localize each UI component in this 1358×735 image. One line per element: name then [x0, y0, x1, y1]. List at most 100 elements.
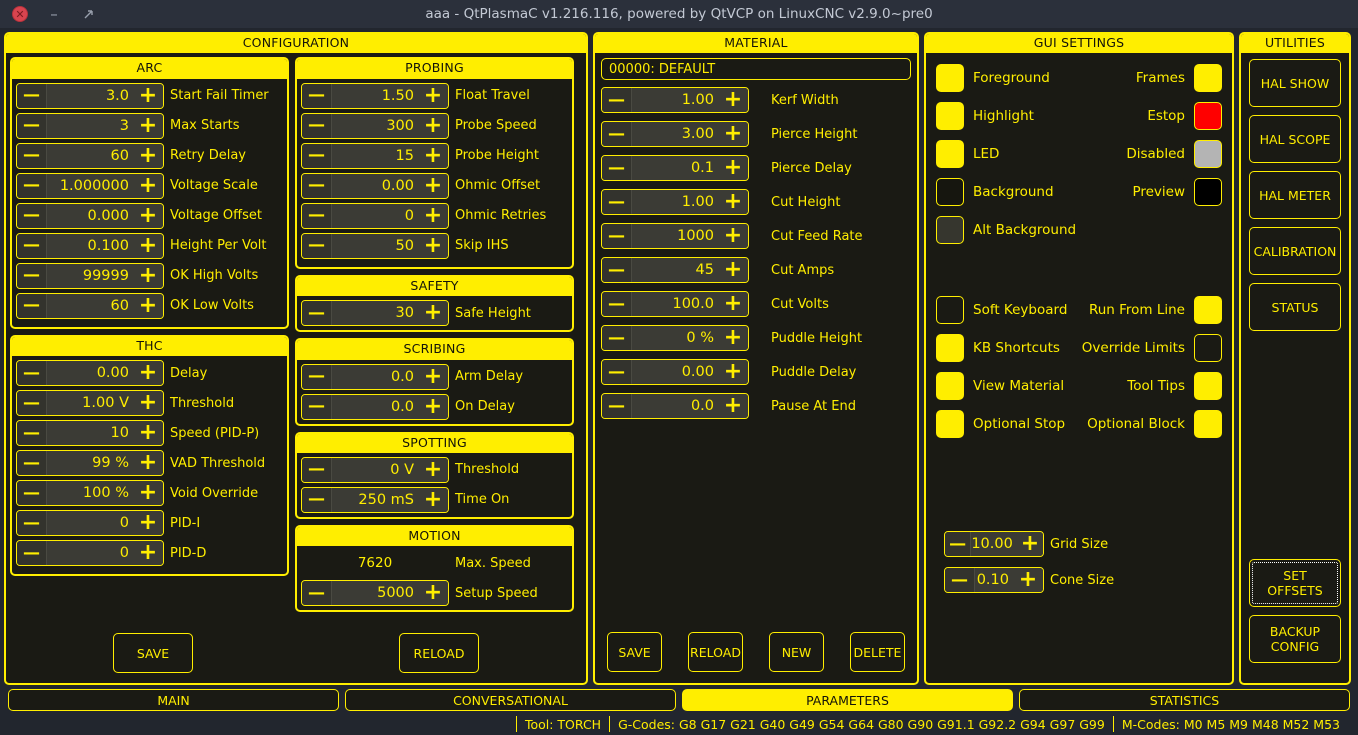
- decrement-icon[interactable]: —: [302, 487, 332, 512]
- status-button[interactable]: STATUS: [1249, 283, 1341, 332]
- tab-statistics[interactable]: STATISTICS: [1019, 689, 1350, 711]
- calibration-button[interactable]: CALIBRATION: [1249, 227, 1341, 276]
- increment-icon[interactable]: +: [1013, 568, 1043, 592]
- decrement-icon[interactable]: —: [602, 190, 632, 215]
- increment-icon[interactable]: +: [133, 421, 163, 446]
- backup-config-button[interactable]: BACKUP CONFIG: [1249, 615, 1341, 663]
- value[interactable]: 15: [332, 143, 418, 168]
- color-swatch-preview[interactable]: [1194, 178, 1222, 207]
- value[interactable]: 0 %: [632, 326, 718, 351]
- value[interactable]: 3.0: [47, 83, 133, 108]
- spinbox-pierce-delay[interactable]: — 0.1 +: [601, 155, 749, 182]
- decrement-icon[interactable]: —: [17, 481, 47, 506]
- spinbox-thc-threshold[interactable]: — 1.00 V +: [16, 390, 164, 417]
- decrement-icon[interactable]: —: [17, 173, 47, 198]
- value[interactable]: 3: [47, 113, 133, 138]
- value[interactable]: 1.50: [332, 83, 418, 108]
- spinbox-ohmic-retries[interactable]: — 0 +: [301, 202, 449, 229]
- increment-icon[interactable]: +: [133, 113, 163, 138]
- spinbox-vad-threshold[interactable]: — 99 % +: [16, 450, 164, 477]
- close-icon[interactable]: ✕: [12, 6, 28, 22]
- increment-icon[interactable]: +: [418, 173, 448, 198]
- spinbox-cut-height[interactable]: — 1.00 +: [601, 189, 749, 216]
- spinbox-grid-size[interactable]: — 10.00 +: [944, 531, 1044, 557]
- increment-icon[interactable]: +: [1016, 532, 1043, 556]
- decrement-icon[interactable]: —: [17, 541, 47, 566]
- maximize-icon[interactable]: [80, 6, 96, 22]
- color-swatch-frames[interactable]: [1194, 64, 1222, 93]
- spinbox-voltage-scale[interactable]: — 1.000000 +: [16, 172, 164, 199]
- decrement-icon[interactable]: —: [302, 143, 332, 168]
- decrement-icon[interactable]: —: [302, 301, 332, 326]
- decrement-icon[interactable]: —: [17, 361, 47, 386]
- spinbox-voltage-offset[interactable]: — 0.000 +: [16, 202, 164, 229]
- value[interactable]: 1.00: [632, 190, 718, 215]
- increment-icon[interactable]: +: [418, 394, 448, 419]
- material-new-button[interactable]: NEW: [769, 632, 824, 672]
- value[interactable]: 0.100: [47, 233, 133, 258]
- decrement-icon[interactable]: —: [17, 113, 47, 138]
- decrement-icon[interactable]: —: [602, 258, 632, 283]
- value[interactable]: 30: [332, 301, 418, 326]
- value[interactable]: 1.00 V: [47, 391, 133, 416]
- increment-icon[interactable]: +: [718, 122, 748, 147]
- value[interactable]: 5000: [332, 581, 418, 606]
- decrement-icon[interactable]: —: [945, 532, 972, 556]
- checkbox-tool-tips[interactable]: [1194, 372, 1222, 401]
- decrement-icon[interactable]: —: [602, 88, 632, 113]
- increment-icon[interactable]: +: [133, 203, 163, 228]
- increment-icon[interactable]: +: [718, 190, 748, 215]
- spinbox-on-delay[interactable]: — 0.0 +: [301, 393, 449, 420]
- spinbox-ok-low-volts[interactable]: — 60 +: [16, 292, 164, 319]
- value[interactable]: 60: [47, 143, 133, 168]
- value[interactable]: 0.000: [47, 203, 133, 228]
- spinbox-ok-high-volts[interactable]: — 99999 +: [16, 262, 164, 289]
- color-swatch-led[interactable]: [936, 140, 964, 169]
- tab-main[interactable]: MAIN: [8, 689, 339, 711]
- value[interactable]: 0 V: [332, 457, 418, 482]
- hal-meter-button[interactable]: HAL METER: [1249, 171, 1341, 220]
- spinbox-cone-size[interactable]: — 0.10 +: [944, 567, 1044, 593]
- value[interactable]: 3.00: [632, 122, 718, 147]
- decrement-icon[interactable]: —: [17, 391, 47, 416]
- increment-icon[interactable]: +: [133, 361, 163, 386]
- increment-icon[interactable]: +: [418, 83, 448, 108]
- hal-scope-button[interactable]: HAL SCOPE: [1249, 115, 1341, 164]
- increment-icon[interactable]: +: [133, 541, 163, 566]
- color-swatch-highlight[interactable]: [936, 102, 964, 131]
- decrement-icon[interactable]: —: [945, 568, 975, 592]
- checkbox-view-material[interactable]: [936, 372, 964, 401]
- value[interactable]: 0.00: [632, 360, 718, 385]
- config-reload-button[interactable]: RELOAD: [399, 633, 479, 673]
- color-swatch-alt-background[interactable]: [936, 216, 964, 245]
- increment-icon[interactable]: +: [133, 391, 163, 416]
- value[interactable]: 10: [47, 421, 133, 446]
- decrement-icon[interactable]: —: [17, 451, 47, 476]
- increment-icon[interactable]: +: [718, 360, 748, 385]
- increment-icon[interactable]: +: [418, 581, 448, 606]
- color-swatch-background[interactable]: [936, 178, 964, 207]
- spinbox-puddle-delay[interactable]: — 0.00 +: [601, 359, 749, 386]
- spinbox-safe-height[interactable]: — 30 +: [301, 300, 449, 327]
- checkbox-soft-keyboard[interactable]: [936, 296, 964, 325]
- spinbox-ohmic-offset[interactable]: — 0.00 +: [301, 172, 449, 199]
- decrement-icon[interactable]: —: [602, 394, 632, 419]
- increment-icon[interactable]: +: [133, 451, 163, 476]
- spinbox-cut-volts[interactable]: — 100.0 +: [601, 291, 749, 318]
- decrement-icon[interactable]: —: [17, 83, 47, 108]
- material-reload-button[interactable]: RELOAD: [688, 632, 743, 672]
- decrement-icon[interactable]: —: [302, 83, 332, 108]
- decrement-icon[interactable]: —: [302, 113, 332, 138]
- decrement-icon[interactable]: —: [302, 233, 332, 258]
- decrement-icon[interactable]: —: [602, 224, 632, 249]
- decrement-icon[interactable]: —: [602, 360, 632, 385]
- decrement-icon[interactable]: —: [302, 581, 332, 606]
- material-selector[interactable]: 00000: DEFAULT: [601, 58, 911, 81]
- decrement-icon[interactable]: —: [17, 233, 47, 258]
- spinbox-puddle-height[interactable]: — 0 % +: [601, 325, 749, 352]
- increment-icon[interactable]: +: [418, 113, 448, 138]
- spinbox-setup-speed[interactable]: — 5000 +: [301, 580, 449, 607]
- increment-icon[interactable]: +: [133, 83, 163, 108]
- increment-icon[interactable]: +: [718, 258, 748, 283]
- value[interactable]: 0.10: [975, 568, 1013, 592]
